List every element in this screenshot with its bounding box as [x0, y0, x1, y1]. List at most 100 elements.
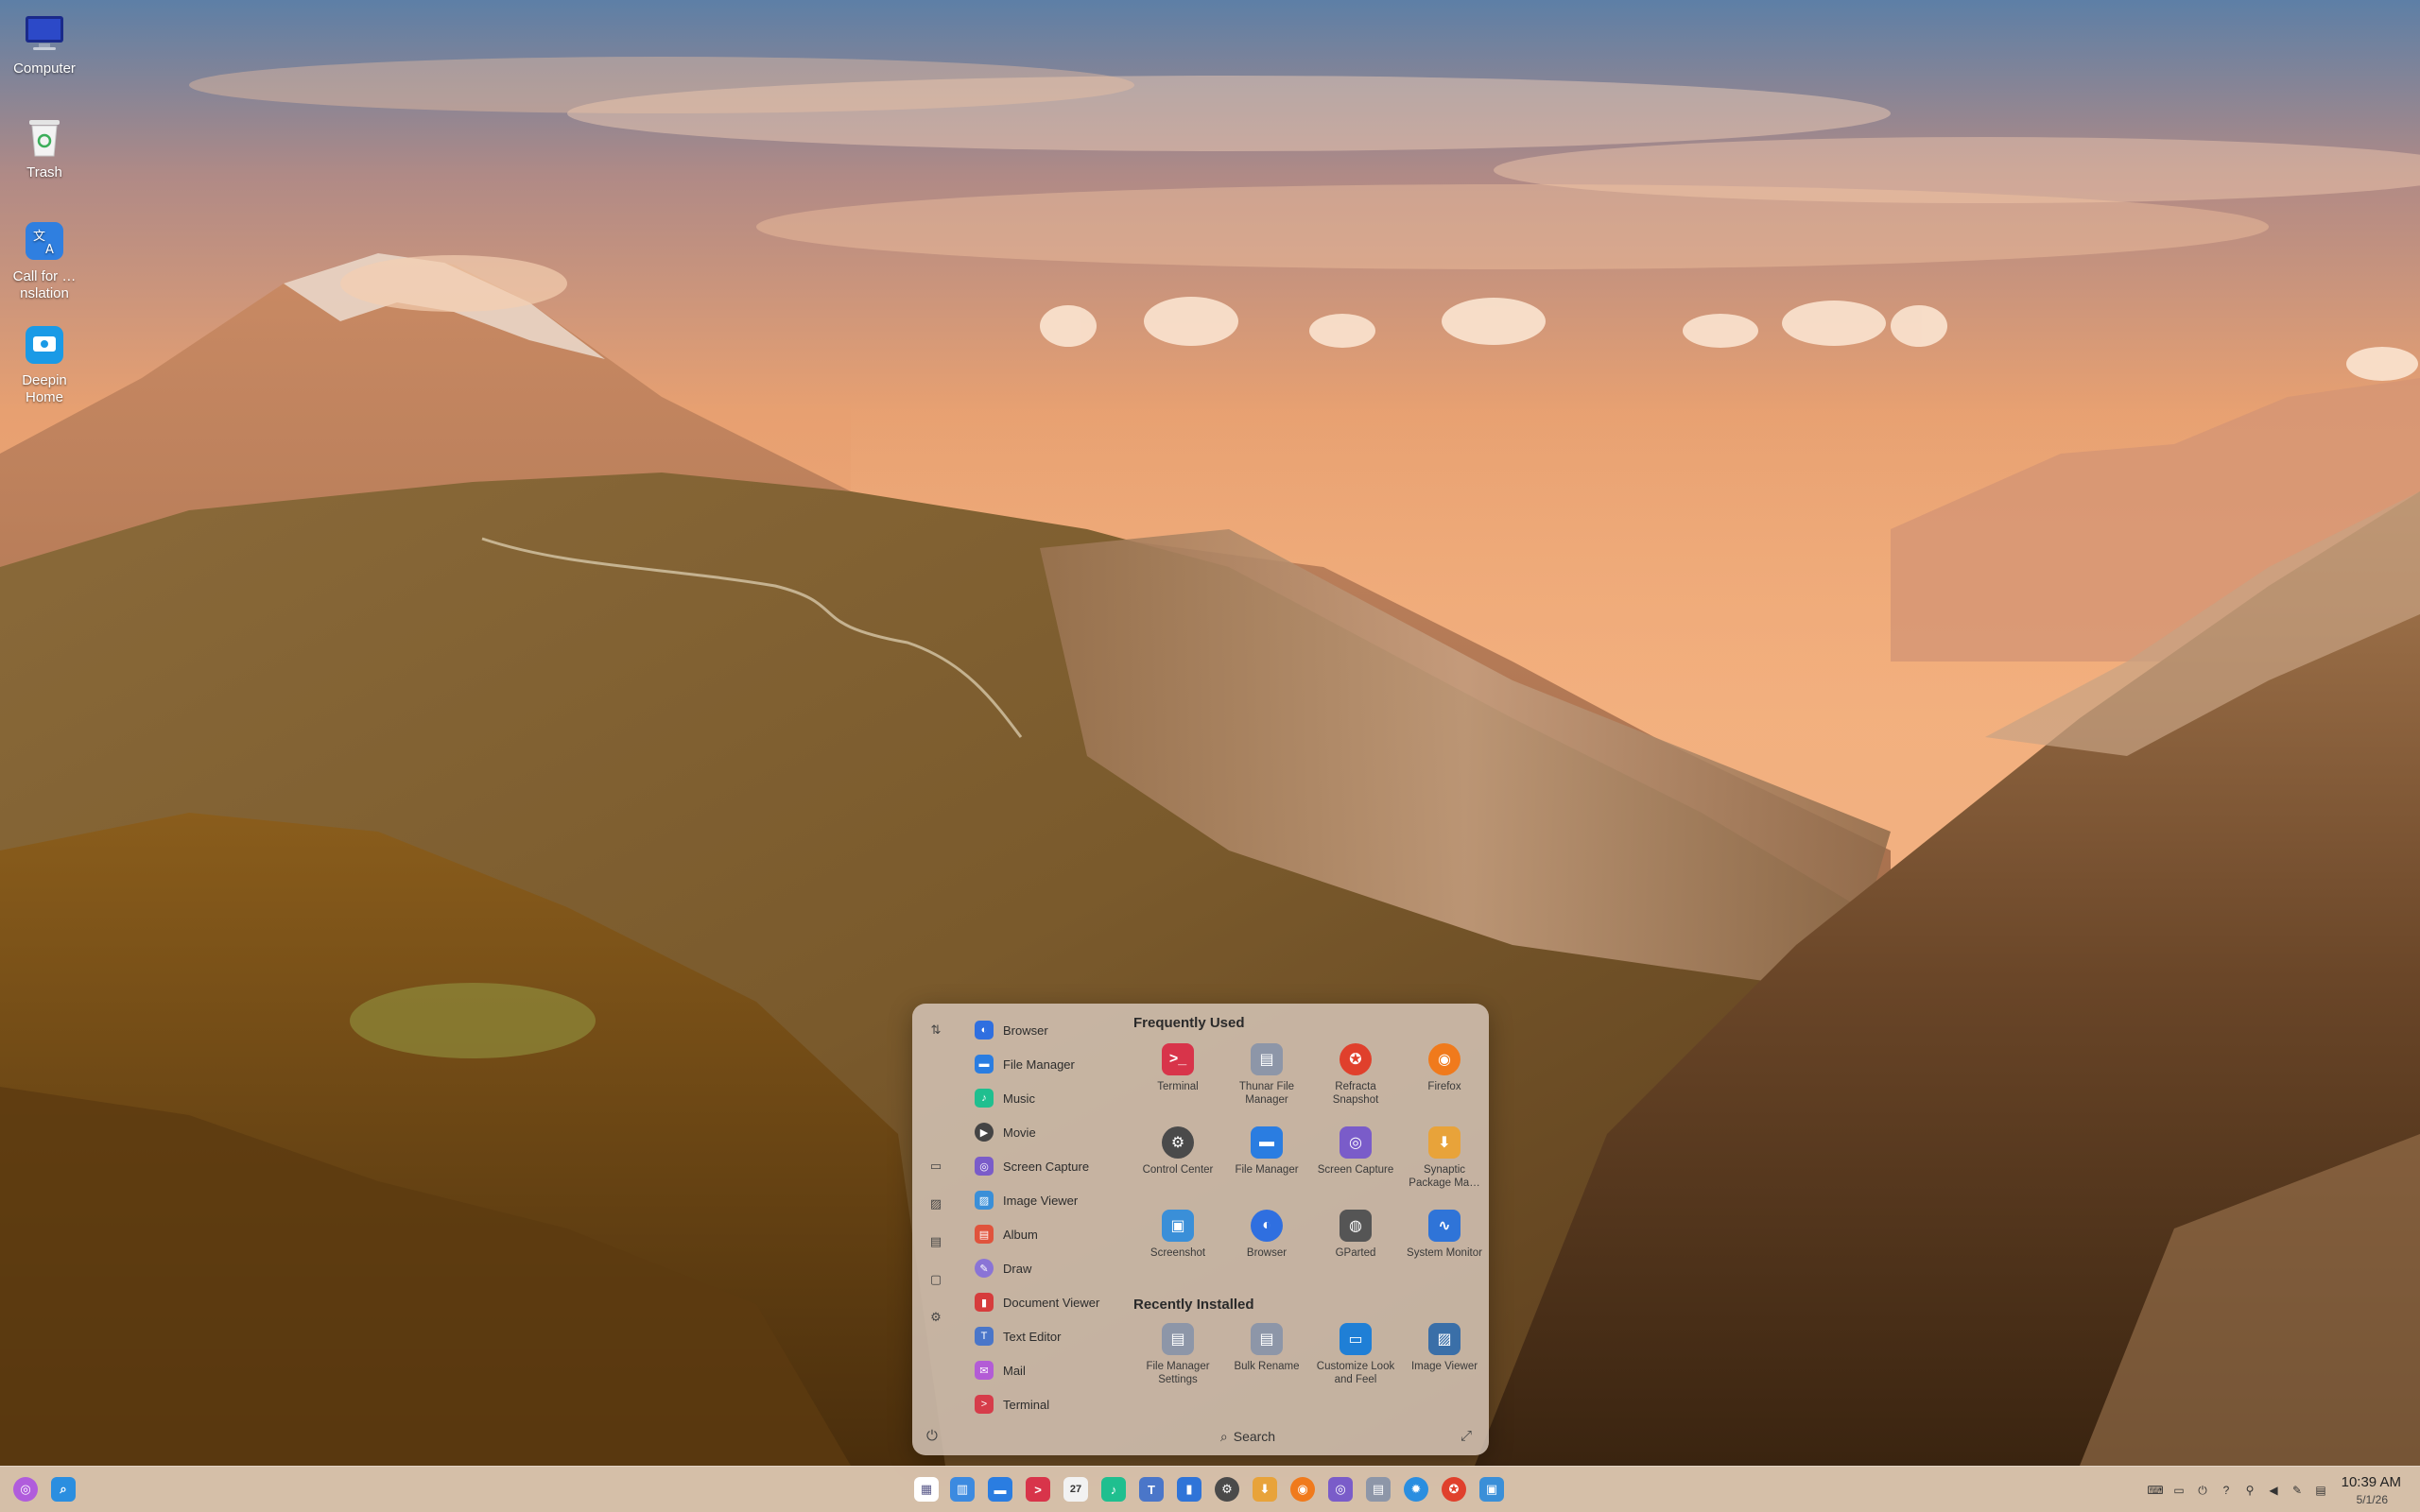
app-list-item-draw[interactable]: ✎ Draw	[975, 1251, 1135, 1285]
recently-installed-title: Recently Installed	[1133, 1297, 1254, 1313]
camera-icon: ◎	[1340, 1126, 1372, 1159]
category-desktop-icon[interactable]: ▢	[925, 1268, 947, 1291]
recent-app-bulk-rename[interactable]: ▤ Bulk Rename	[1222, 1321, 1311, 1404]
gear-icon[interactable]: ⚙	[1215, 1477, 1239, 1502]
desktop-icon-computer[interactable]: Computer	[0, 11, 89, 77]
app-list-item-album[interactable]: ▤ Album	[975, 1217, 1135, 1251]
mail-icon: ✉	[975, 1361, 994, 1380]
settings-blue-icon[interactable]: ✹	[1404, 1477, 1428, 1502]
text-editor-icon[interactable]: T	[1139, 1477, 1164, 1502]
frequent-app-system-monitor[interactable]: ∿ System Monitor	[1400, 1208, 1489, 1291]
app-list-item-music[interactable]: ♪ Music	[975, 1081, 1135, 1115]
category-image-icon[interactable]: ▨	[925, 1193, 947, 1215]
frequent-app-gparted[interactable]: ◍ GParted	[1311, 1208, 1400, 1291]
desktop-icon-label: Call for …nslation	[12, 268, 77, 301]
category-document-icon[interactable]: ▤	[925, 1230, 947, 1253]
frequent-app-refracta[interactable]: ✪ Refracta Snapshot	[1311, 1041, 1400, 1125]
help-icon[interactable]: ?	[2219, 1483, 2234, 1498]
usb-icon[interactable]: ⚲	[2242, 1483, 2257, 1498]
screen-capture-icon[interactable]: ◎	[1328, 1477, 1353, 1502]
frequent-app-firefox[interactable]: ◉ Firefox	[1400, 1041, 1489, 1125]
recent-app-customize-look[interactable]: ▭ Customize Look and Feel	[1311, 1321, 1400, 1404]
folder-icon: ▬	[1251, 1126, 1283, 1159]
app-list-item-screen-capture[interactable]: ◎ Screen Capture	[975, 1149, 1135, 1183]
gparted-icon: ◍	[1340, 1210, 1372, 1242]
notification-icon[interactable]: ▤	[2313, 1483, 2328, 1498]
launcher-category-bar: ⇅ ▭ ▨ ▤ ▢ ⚙	[912, 1004, 959, 1455]
app-list-item-movie[interactable]: ▶ Movie	[975, 1115, 1135, 1149]
volume-icon[interactable]: ◀	[2266, 1483, 2281, 1498]
thunar-icon[interactable]: ▤	[1366, 1477, 1391, 1502]
desktop-icon-label: Computer	[13, 60, 76, 77]
firefox-icon[interactable]: ◉	[1290, 1477, 1315, 1502]
launcher-search[interactable]: ⌕ Search	[1163, 1425, 1333, 1448]
calendar-icon[interactable]: 27	[1063, 1477, 1088, 1502]
browser-icon: ◐	[1251, 1210, 1283, 1242]
album-icon: ▤	[975, 1225, 994, 1244]
app-list-item-browser[interactable]: ◐ Browser	[975, 1013, 1135, 1047]
desktop-icon-label: Deepin Home	[22, 372, 67, 405]
clock-date[interactable]: 5/1/26	[2357, 1493, 2388, 1506]
app-list-item-image-viewer[interactable]: ▨ Image Viewer	[975, 1183, 1135, 1217]
frequent-app-terminal[interactable]: >_ Terminal	[1133, 1041, 1222, 1125]
frequent-app-screen-capture[interactable]: ◎ Screen Capture	[1311, 1125, 1400, 1208]
search-icon: ⌕	[1219, 1428, 1228, 1444]
desktop-icon-label: Trash	[26, 164, 62, 180]
synaptic-icon[interactable]: ⬇	[1253, 1477, 1277, 1502]
sort-icon[interactable]: ⇅	[925, 1019, 947, 1041]
app-list-item-document-viewer[interactable]: ▮ Document Viewer	[975, 1285, 1135, 1319]
image-icon: ▨	[975, 1191, 994, 1210]
frequently-used-grid: >_ Terminal ▤ Thunar File Manager ✪ Refract…	[1133, 1041, 1489, 1291]
thunar-settings-icon: ▤	[1162, 1323, 1194, 1355]
app-list-item-file-manager[interactable]: ▬ File Manager	[975, 1047, 1135, 1081]
app-list-item-text-editor[interactable]: T Text Editor	[975, 1319, 1135, 1353]
frequent-app-synaptic[interactable]: ⬇ Synaptic Package Ma…	[1400, 1125, 1489, 1208]
terminal-icon[interactable]: >	[1026, 1477, 1050, 1502]
frequently-used-title: Frequently Used	[1133, 1015, 1245, 1031]
frequent-app-control-center[interactable]: ⚙ Control Center	[1133, 1125, 1222, 1208]
computer-icon	[23, 11, 66, 55]
desktop-icon-deepin-home[interactable]: Deepin Home	[0, 323, 89, 406]
deepin-launcher-icon[interactable]: ◎	[13, 1477, 38, 1502]
desktop-icon-trash[interactable]: Trash	[0, 115, 89, 181]
app-list-item-mail[interactable]: ✉ Mail	[975, 1353, 1135, 1387]
launcher-grid-icon[interactable]: ▦	[914, 1477, 939, 1502]
screenshot-icon[interactable]: ▣	[1479, 1477, 1504, 1502]
pen-icon[interactable]: ✎	[2290, 1483, 2305, 1498]
camera-icon: ◎	[975, 1157, 994, 1176]
category-system-icon[interactable]: ⚙	[925, 1306, 947, 1329]
multitask-icon[interactable]: ▥	[950, 1477, 975, 1502]
battery-icon[interactable]: ▭	[2171, 1483, 2187, 1498]
music-icon[interactable]: ♪	[1101, 1477, 1126, 1502]
power-icon[interactable]: ⏻	[926, 1428, 938, 1444]
frequent-app-file-manager[interactable]: ▬ File Manager	[1222, 1125, 1311, 1208]
terminal-icon: >_	[1162, 1043, 1194, 1075]
frequent-app-screenshot[interactable]: ▣ Screenshot	[1133, 1208, 1222, 1291]
keyboard-icon[interactable]: ⌨	[2147, 1483, 2163, 1498]
document-icon: ▮	[975, 1293, 994, 1312]
frequent-app-browser[interactable]: ◐ Browser	[1222, 1208, 1311, 1291]
recently-installed-grid: ▤ File Manager Settings ▤ Bulk Rename ▭ Cus…	[1133, 1321, 1489, 1404]
fullscreen-icon[interactable]: ⤢	[1461, 1428, 1472, 1444]
recent-app-image-viewer[interactable]: ▨ Image Viewer	[1400, 1321, 1489, 1404]
system-monitor-icon: ∿	[1428, 1210, 1461, 1242]
app-list: ◐ Browser ▬ File Manager ♪ Music ▶ Movie ◎ Sc…	[975, 1013, 1135, 1421]
refracta-icon: ✪	[1340, 1043, 1372, 1075]
power-tray-icon[interactable]: ⏻	[2195, 1483, 2210, 1498]
category-display-icon[interactable]: ▭	[925, 1155, 947, 1177]
search-icon[interactable]: ⌕	[51, 1477, 76, 1502]
file-manager-icon[interactable]: ▬	[988, 1477, 1012, 1502]
app-list-item-terminal[interactable]: > Terminal	[975, 1387, 1135, 1421]
clock-time[interactable]: 10:39 AM	[2342, 1474, 2401, 1490]
control-center-panel-icon[interactable]: ▮	[1177, 1477, 1201, 1502]
recent-app-file-manager-settings[interactable]: ▤ File Manager Settings	[1133, 1321, 1222, 1404]
movie-icon: ▶	[975, 1123, 994, 1142]
frequent-app-thunar[interactable]: ▤ Thunar File Manager	[1222, 1041, 1311, 1125]
terminal-icon: >	[975, 1395, 994, 1414]
folder-icon: ▬	[975, 1055, 994, 1074]
music-icon: ♪	[975, 1089, 994, 1108]
text-editor-icon: T	[975, 1327, 994, 1346]
refracta-icon[interactable]: ✪	[1442, 1477, 1466, 1502]
desktop-icon-call-for-translation[interactable]: 文A Call for …nslation	[0, 219, 89, 302]
gear-icon: ⚙	[1162, 1126, 1194, 1159]
